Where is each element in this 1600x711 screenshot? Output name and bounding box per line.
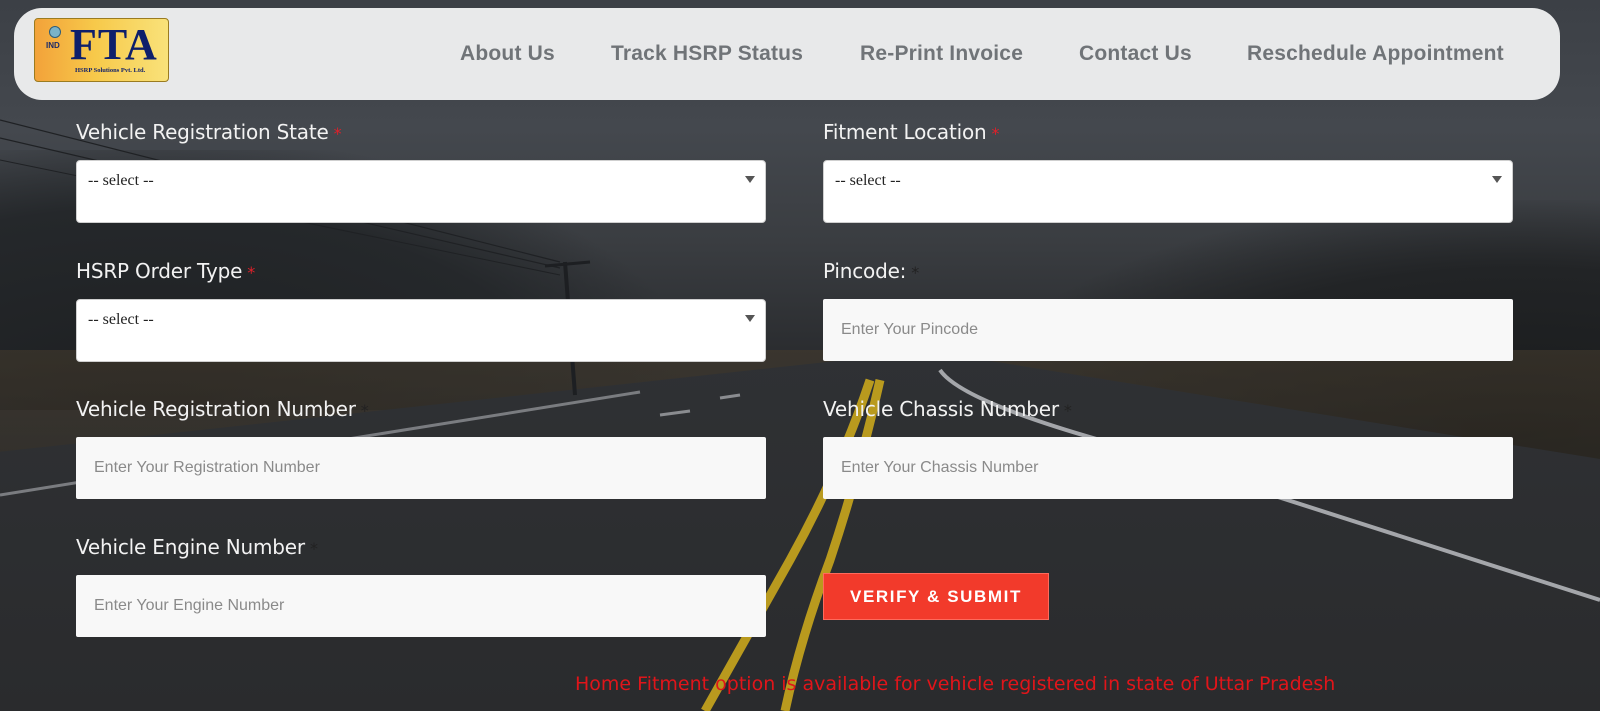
required-marker: * — [309, 539, 318, 558]
pincode-label: Pincode: * — [823, 259, 920, 283]
home-fitment-notice: Home Fitment option is available for veh… — [575, 673, 1336, 695]
required-marker: * — [333, 124, 342, 143]
required-marker: * — [360, 401, 369, 420]
nav-reschedule-appointment[interactable]: Reschedule Appointment — [1247, 42, 1504, 66]
required-marker: * — [911, 263, 920, 282]
verify-submit-button[interactable]: VERIFY & SUBMIT — [823, 573, 1049, 620]
engine-number-label: Vehicle Engine Number * — [76, 535, 318, 559]
chevron-down-icon — [745, 176, 755, 183]
main-nav: About Us Track HSRP Status Re-Print Invo… — [14, 42, 1560, 68]
fitment-location-label: Fitment Location * — [823, 120, 1000, 144]
pincode-input[interactable] — [823, 299, 1513, 361]
order-type-label: HSRP Order Type * — [76, 259, 255, 283]
site-header: IND FTA HSRP Solutions Pvt. Ltd. About U… — [14, 8, 1560, 100]
logo-tagline: HSRP Solutions Pvt. Ltd. — [75, 67, 146, 74]
chassis-number-input[interactable] — [823, 437, 1513, 499]
registration-state-select[interactable]: -- select -- — [76, 160, 766, 223]
nav-track-hsrp-status[interactable]: Track HSRP Status — [611, 42, 803, 66]
chevron-down-icon — [745, 315, 755, 322]
order-type-selected: -- select -- — [88, 311, 154, 328]
order-type-select[interactable]: -- select -- — [76, 299, 766, 362]
registration-number-label: Vehicle Registration Number * — [76, 397, 369, 421]
nav-contact-us[interactable]: Contact Us — [1079, 42, 1192, 66]
nav-about-us[interactable]: About Us — [460, 42, 555, 66]
chassis-number-label: Vehicle Chassis Number * — [823, 397, 1072, 421]
required-marker: * — [991, 124, 1000, 143]
required-marker: * — [1063, 401, 1072, 420]
emblem-icon — [49, 26, 61, 38]
fitment-location-selected: -- select -- — [835, 172, 901, 189]
fitment-location-select[interactable]: -- select -- — [823, 160, 1513, 223]
registration-state-selected: -- select -- — [88, 172, 154, 189]
registration-number-input[interactable] — [76, 437, 766, 499]
nav-reprint-invoice[interactable]: Re-Print Invoice — [860, 42, 1023, 66]
required-marker: * — [247, 263, 255, 282]
engine-number-input[interactable] — [76, 575, 766, 637]
chevron-down-icon — [1492, 176, 1502, 183]
registration-state-label: Vehicle Registration State * — [76, 120, 342, 144]
